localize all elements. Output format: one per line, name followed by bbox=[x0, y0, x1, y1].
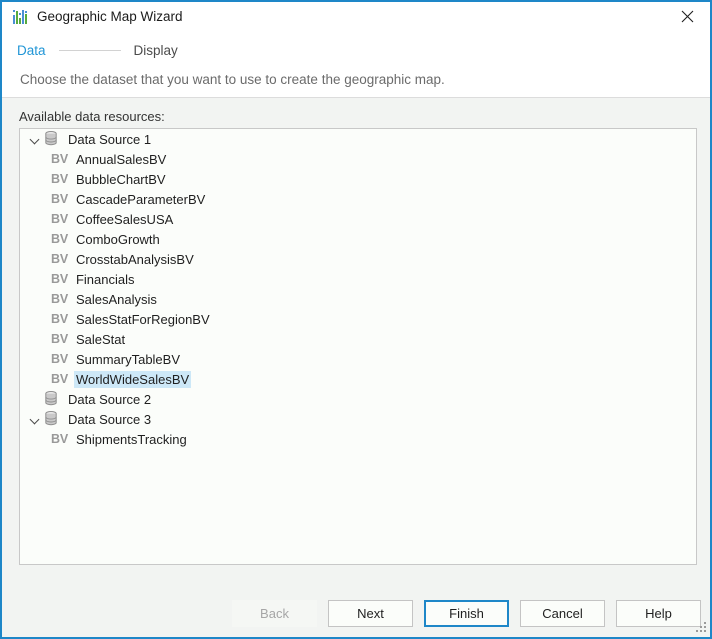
help-button[interactable]: Help bbox=[616, 600, 701, 627]
tree-item-label: CascadeParameterBV bbox=[75, 191, 206, 207]
tree-item[interactable]: BV CrosstabAnalysisBV bbox=[20, 249, 696, 269]
data-resource-tree[interactable]: Data Source 1 BV AnnualSalesBV BV BubbleChar… bbox=[19, 128, 697, 565]
bv-icon: BV bbox=[51, 372, 68, 386]
tree-item-label: ComboGrowth bbox=[75, 231, 160, 247]
tree-item[interactable]: BV SummaryTableBV bbox=[20, 349, 696, 369]
resize-grip-dot bbox=[704, 622, 706, 624]
next-button[interactable]: Next bbox=[328, 600, 413, 627]
step-display[interactable]: Display bbox=[134, 43, 178, 58]
tree-item-label: SummaryTableBV bbox=[75, 351, 181, 367]
tree-item-label: SalesStatForRegionBV bbox=[75, 311, 210, 327]
database-icon bbox=[44, 131, 60, 147]
back-button: Back bbox=[232, 600, 317, 627]
tree-item[interactable]: Data Source 2 bbox=[20, 389, 696, 409]
chevron-down-icon[interactable] bbox=[29, 133, 42, 146]
bv-icon: BV bbox=[51, 312, 68, 326]
geographic-map-wizard-dialog: Geographic Map Wizard Data Display Choos… bbox=[0, 0, 712, 639]
dialog-button-bar: Back Next Finish Cancel Help bbox=[232, 600, 701, 627]
bv-icon: BV bbox=[51, 152, 68, 166]
tree-item-label: Data Source 2 bbox=[68, 391, 152, 407]
tree-item[interactable]: BV SaleStat bbox=[20, 329, 696, 349]
tree-item[interactable]: BV WorldWideSalesBV bbox=[20, 369, 696, 389]
window-title: Geographic Map Wizard bbox=[37, 9, 183, 24]
resize-grip-dot bbox=[704, 630, 706, 632]
resize-grip-dot bbox=[696, 630, 698, 632]
tree-item[interactable]: Data Source 1 bbox=[20, 129, 696, 149]
tree-item-label: SalesAnalysis bbox=[75, 291, 157, 307]
finish-button[interactable]: Finish bbox=[424, 600, 509, 627]
tree-item[interactable]: BV Financials bbox=[20, 269, 696, 289]
tree-item-label: ShipmentsTracking bbox=[75, 431, 187, 447]
bv-icon: BV bbox=[51, 272, 68, 286]
bv-icon: BV bbox=[51, 192, 68, 206]
tree-item[interactable]: BV CascadeParameterBV bbox=[20, 189, 696, 209]
tree-item[interactable]: BV ShipmentsTracking bbox=[20, 429, 696, 449]
bv-icon: BV bbox=[51, 332, 68, 346]
chevron-down-icon[interactable] bbox=[29, 413, 42, 426]
tree-item[interactable]: BV BubbleChartBV bbox=[20, 169, 696, 189]
step-indicator: Data Display bbox=[17, 43, 178, 58]
tree-item-label: SaleStat bbox=[75, 331, 126, 347]
tree-item-label: CoffeeSalesUSA bbox=[75, 211, 174, 227]
tree-item-label: Data Source 3 bbox=[68, 411, 152, 427]
tree-item[interactable]: BV SalesStatForRegionBV bbox=[20, 309, 696, 329]
tree-item[interactable]: BV AnnualSalesBV bbox=[20, 149, 696, 169]
resize-grip[interactable] bbox=[694, 621, 708, 635]
title-bar: Geographic Map Wizard bbox=[2, 2, 710, 32]
wizard-footer: Back Next Finish Cancel Help bbox=[2, 593, 710, 637]
bv-icon: BV bbox=[51, 172, 68, 186]
bv-icon: BV bbox=[51, 212, 68, 226]
tree-item-label: AnnualSalesBV bbox=[75, 151, 167, 167]
tree-item[interactable]: BV SalesAnalysis bbox=[20, 289, 696, 309]
bv-icon: BV bbox=[51, 232, 68, 246]
tree-item[interactable]: BV ComboGrowth bbox=[20, 229, 696, 249]
wizard-header: Data Display Choose the dataset that you… bbox=[2, 32, 710, 98]
chevron-placeholder-icon[interactable] bbox=[29, 393, 42, 406]
database-icon bbox=[44, 391, 60, 407]
tree-item-label: Financials bbox=[75, 271, 135, 287]
tree-item-label: CrosstabAnalysisBV bbox=[75, 251, 194, 267]
tree-item[interactable]: Data Source 3 bbox=[20, 409, 696, 429]
database-icon bbox=[44, 411, 60, 427]
bv-icon: BV bbox=[51, 432, 68, 446]
step-connector-line bbox=[58, 50, 121, 51]
tree-item[interactable]: BV CoffeeSalesUSA bbox=[20, 209, 696, 229]
tree-item-label: BubbleChartBV bbox=[75, 171, 166, 187]
bv-icon: BV bbox=[51, 292, 68, 306]
resize-grip-dot bbox=[700, 630, 702, 632]
bv-icon: BV bbox=[51, 252, 68, 266]
resize-grip-dot bbox=[700, 626, 702, 628]
bar-chart-icon bbox=[12, 9, 28, 25]
step-data[interactable]: Data bbox=[17, 43, 46, 58]
tree-item-label: WorldWideSalesBV bbox=[73, 370, 192, 388]
bv-icon: BV bbox=[51, 352, 68, 366]
tree-item-label: Data Source 1 bbox=[68, 131, 152, 147]
resize-grip-dot bbox=[704, 626, 706, 628]
wizard-body: Available data resources: Data Source 1B… bbox=[2, 98, 710, 593]
wizard-description: Choose the dataset that you want to use … bbox=[20, 72, 445, 87]
cancel-button[interactable]: Cancel bbox=[520, 600, 605, 627]
close-icon[interactable] bbox=[664, 2, 710, 31]
available-resources-label: Available data resources: bbox=[19, 109, 165, 124]
